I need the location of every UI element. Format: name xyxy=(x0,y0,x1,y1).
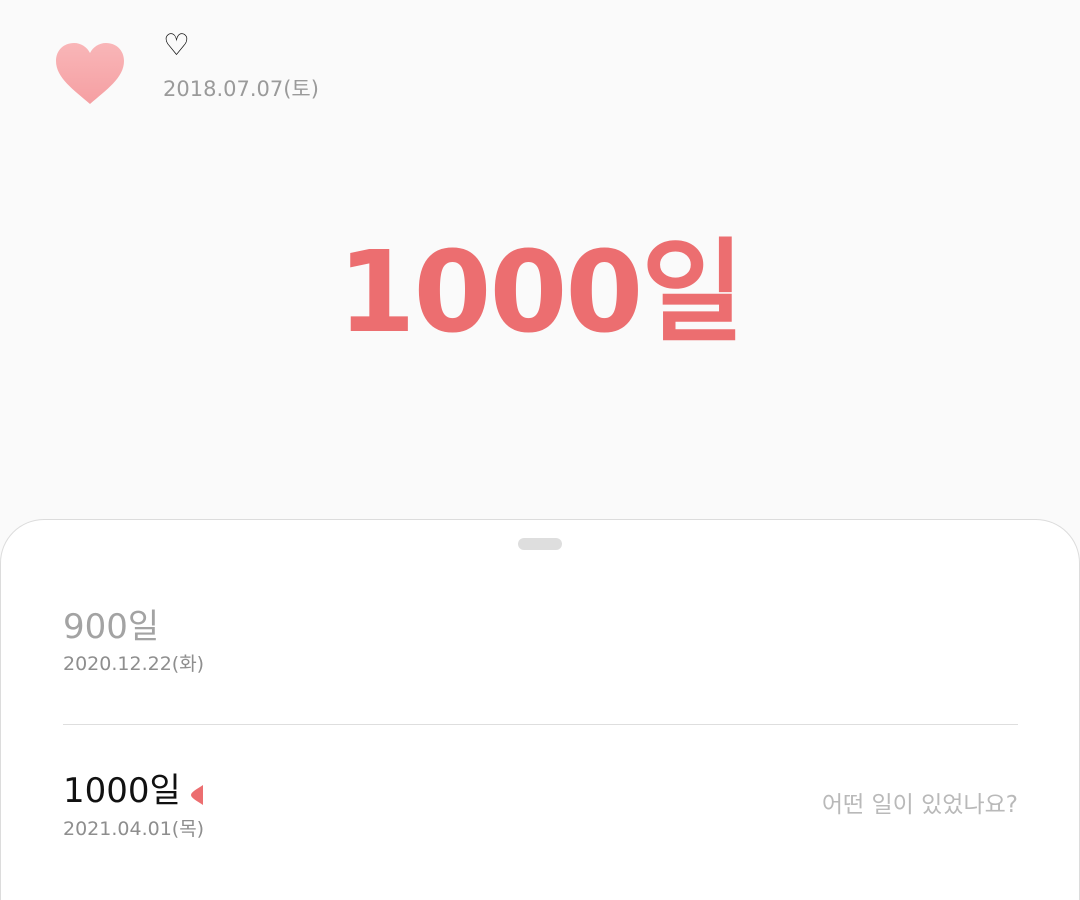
drag-handle[interactable] xyxy=(518,538,562,550)
anniversary-title[interactable]: ♡ xyxy=(163,28,190,64)
memo-input[interactable]: 어떤 일이 있었나요? xyxy=(822,790,1018,820)
divider xyxy=(63,724,1018,725)
milestone-row-past[interactable]: 900일 2020.12.22(화) xyxy=(63,606,1018,686)
pointer-marker-icon xyxy=(191,785,203,805)
counter-panel: ♡ 2018.07.07(토) 1000일 xyxy=(0,0,1080,540)
milestone-count: 1000일 xyxy=(63,771,181,811)
milestone-date: 2020.12.22(화) xyxy=(63,653,205,675)
milestone-count: 900일 xyxy=(63,607,160,647)
start-date: 2018.07.07(토) xyxy=(163,77,319,101)
milestone-date: 2021.04.01(목) xyxy=(63,818,205,840)
milestone-row-current[interactable]: 1000일 2021.04.01(목) 어떤 일이 있었나요? xyxy=(63,770,1018,850)
heart-icon xyxy=(56,43,124,104)
day-counter: 1000일 xyxy=(337,228,745,358)
